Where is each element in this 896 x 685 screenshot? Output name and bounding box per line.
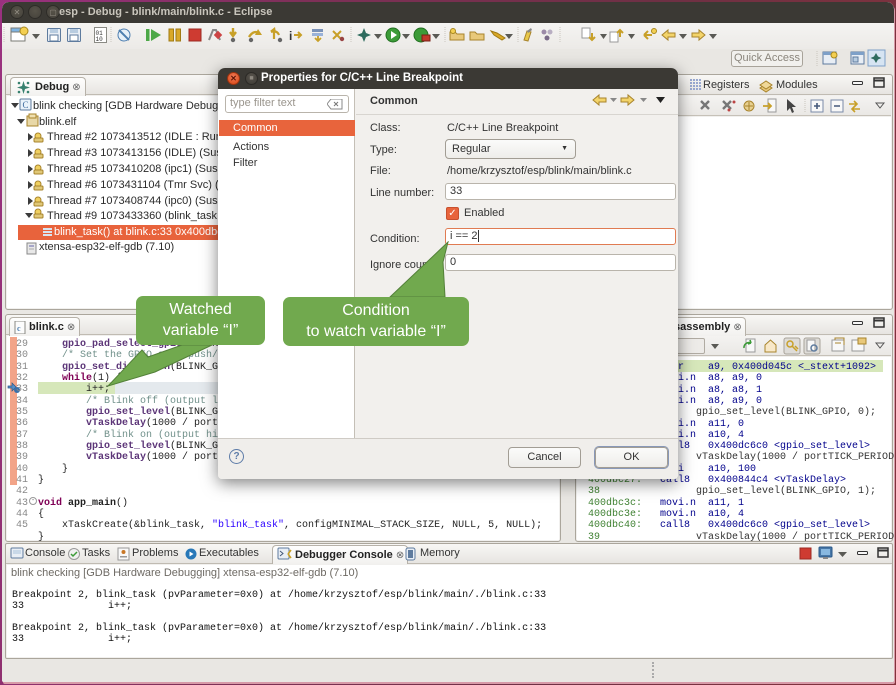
svg-text:c: c bbox=[17, 324, 21, 333]
svg-text:i: i bbox=[289, 29, 292, 43]
svg-text:10: 10 bbox=[96, 36, 104, 43]
svg-text:C: C bbox=[23, 100, 29, 110]
